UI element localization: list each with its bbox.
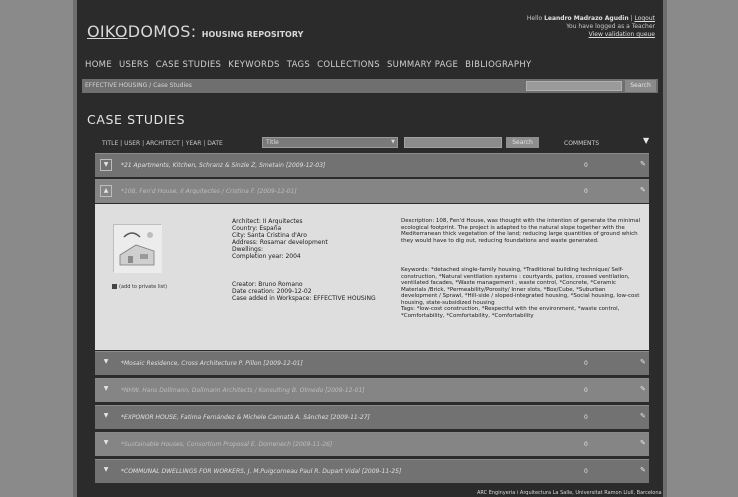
table-row[interactable]: ▼ *Sustainable Houses, Consortium Propos… — [95, 432, 649, 456]
house-image-icon — [114, 225, 162, 273]
completion-year: Completion year: 2004 — [232, 253, 301, 260]
table-row-expanded[interactable]: ▲ *108, Fen'd House, II Arquitectes / Cr… — [95, 179, 649, 203]
edit-icon[interactable]: ✎ — [640, 466, 646, 474]
expand-icon[interactable]: ▼ — [100, 357, 112, 369]
filter-search-button[interactable]: Search — [506, 137, 539, 148]
page-title: CASE STUDIES — [87, 112, 186, 127]
row-label[interactable]: *NHW, Hans Dollmann, Dollmann Architects… — [121, 387, 365, 394]
filter-select[interactable]: Title ▼ — [262, 137, 398, 148]
case-thumbnail[interactable] — [113, 224, 162, 273]
breadcrumb-bar: EFFECTIVE HOUSING / Case Studies Search — [82, 79, 658, 93]
logo-oiko: OIKO — [87, 22, 128, 41]
row-label[interactable]: *108, Fen'd House, II Arquitectes / Cris… — [121, 188, 297, 195]
dwellings: Dwellings: — [232, 246, 263, 253]
user-name: Leandro Madrazo Agudin — [544, 15, 629, 22]
expand-icon[interactable]: ▼ — [100, 438, 112, 450]
country: Country: España — [232, 225, 282, 232]
comment-count: 0 — [584, 162, 588, 169]
search-button[interactable]: Search — [625, 80, 656, 92]
keywords-block: Keywords: *detached single-family housin… — [401, 267, 641, 319]
edit-icon[interactable]: ✎ — [640, 186, 646, 194]
logged-as-text: You have logged as a Teacher — [566, 23, 655, 30]
comment-count: 0 — [584, 441, 588, 448]
row-label[interactable]: *21 Apartments, Kitchen, Schranz & Sinzl… — [121, 162, 325, 169]
table-row[interactable]: ▼ *EXPONOR HOUSE, Fatima Fernández & Mic… — [95, 405, 649, 429]
nav-case-studies[interactable]: CASE STUDIES — [156, 60, 221, 70]
table-row[interactable]: ▼ *COMMUNAL DWELLINGS FOR WORKERS, J. M.… — [95, 459, 649, 483]
hello-prefix: Hello — [526, 15, 543, 22]
nav-tags[interactable]: TAGS — [287, 60, 310, 70]
row-label[interactable]: *EXPONOR HOUSE, Fatima Fernández & Miche… — [121, 414, 370, 421]
logo-subtitle: HOUSING REPOSITORY — [201, 30, 304, 39]
row-label[interactable]: *Mosaic Residence, Cross Architecture P.… — [121, 360, 303, 367]
edit-icon[interactable]: ✎ — [640, 412, 646, 420]
architect: Architect: II Arquitectes — [232, 218, 303, 225]
collapse-icon[interactable]: ▲ — [100, 185, 112, 197]
case-meta-2: Creator: Bruno Romano Date creation: 200… — [232, 281, 402, 302]
sort-options[interactable]: TITLE | USER | ARCHITECT | YEAR | DATE — [102, 140, 223, 147]
logo-rest: DOMOS: — [127, 22, 197, 41]
case-meta: Architect: II Arquitectes Country: Españ… — [232, 218, 328, 260]
nav-users[interactable]: USERS — [119, 60, 149, 70]
comment-count: 0 — [584, 468, 588, 475]
search-input[interactable] — [526, 81, 622, 91]
filter-select-value: Title — [266, 139, 279, 146]
case-detail-panel: (add to private list) Architect: II Arqu… — [95, 204, 649, 350]
user-box: Hello Leandro Madrazo Agudin | Logout Yo… — [526, 15, 655, 39]
expand-icon[interactable]: ▼ — [100, 384, 112, 396]
table-row[interactable]: ▼ *Mosaic Residence, Cross Architecture … — [95, 351, 649, 375]
row-label[interactable]: *Sustainable Houses, Consortium Proposal… — [121, 441, 332, 448]
address: Address: Rosamar development — [232, 239, 328, 246]
app-frame: OIKODOMOS: HOUSING REPOSITORY Hello Lean… — [73, 0, 667, 497]
edit-icon[interactable]: ✎ — [640, 160, 646, 168]
table-row[interactable]: ▼ *21 Apartments, Kitchen, Schranz & Sin… — [95, 153, 649, 177]
nav-keywords[interactable]: KEYWORDS — [228, 60, 279, 70]
keywords: Keywords: *detached single-family housin… — [401, 267, 640, 306]
comments-header: COMMENTS — [564, 140, 600, 147]
nav-collections[interactable]: COLLECTIONS — [317, 60, 380, 70]
footer-text: ARC Enginyeria i Arquitectura La Salle, … — [477, 490, 662, 496]
city: City: Santa Cristina d'Aro — [232, 232, 307, 239]
date-creation: Date creation: 2009-12-02 — [232, 288, 312, 295]
nav-summary-page[interactable]: SUMMARY PAGE — [387, 60, 458, 70]
table-row[interactable]: ▼ *NHW, Hans Dollmann, Dollmann Architec… — [95, 378, 649, 402]
edit-icon[interactable]: ✎ — [640, 385, 646, 393]
edit-icon[interactable]: ✎ — [640, 358, 646, 366]
case-added: Case added in Workspace: EFFECTIVE HOUSI… — [232, 295, 376, 302]
nav-bibliography[interactable]: BIBLIOGRAPHY — [465, 60, 531, 70]
chevron-down-icon: ▼ — [391, 139, 395, 145]
filter-text-input[interactable] — [404, 137, 502, 148]
nav-home[interactable]: HOME — [85, 60, 112, 70]
comment-count: 0 — [584, 360, 588, 367]
expand-icon[interactable]: ▼ — [100, 465, 112, 477]
creator: Creator: Bruno Romano — [232, 281, 303, 288]
expand-icon[interactable]: ▼ — [100, 159, 112, 171]
comment-count: 0 — [584, 414, 588, 421]
sort-down-icon[interactable]: ▼ — [643, 136, 649, 145]
breadcrumb[interactable]: EFFECTIVE HOUSING / Case Studies — [85, 82, 192, 89]
row-label[interactable]: *COMMUNAL DWELLINGS FOR WORKERS, J. M.Pu… — [121, 468, 401, 475]
description: Description: 108, Fen'd House, was thoug… — [401, 218, 641, 244]
expand-icon[interactable]: ▼ — [100, 411, 112, 423]
comment-count: 0 — [584, 188, 588, 195]
add-private-list[interactable]: (add to private list) — [112, 284, 167, 290]
edit-icon[interactable]: ✎ — [640, 439, 646, 447]
checkbox-icon[interactable] — [112, 284, 117, 289]
main-nav: HOME USERS CASE STUDIES KEYWORDS TAGS CO… — [85, 60, 532, 70]
logout-link[interactable]: Logout — [634, 15, 655, 22]
logo[interactable]: OIKODOMOS: HOUSING REPOSITORY — [87, 22, 303, 41]
header: OIKODOMOS: HOUSING REPOSITORY Hello Lean… — [77, 0, 663, 50]
tags: Tags: *low-cost construction, *Respectfu… — [401, 306, 620, 319]
comment-count: 0 — [584, 387, 588, 394]
validation-queue-link[interactable]: View validation queue — [527, 31, 655, 39]
